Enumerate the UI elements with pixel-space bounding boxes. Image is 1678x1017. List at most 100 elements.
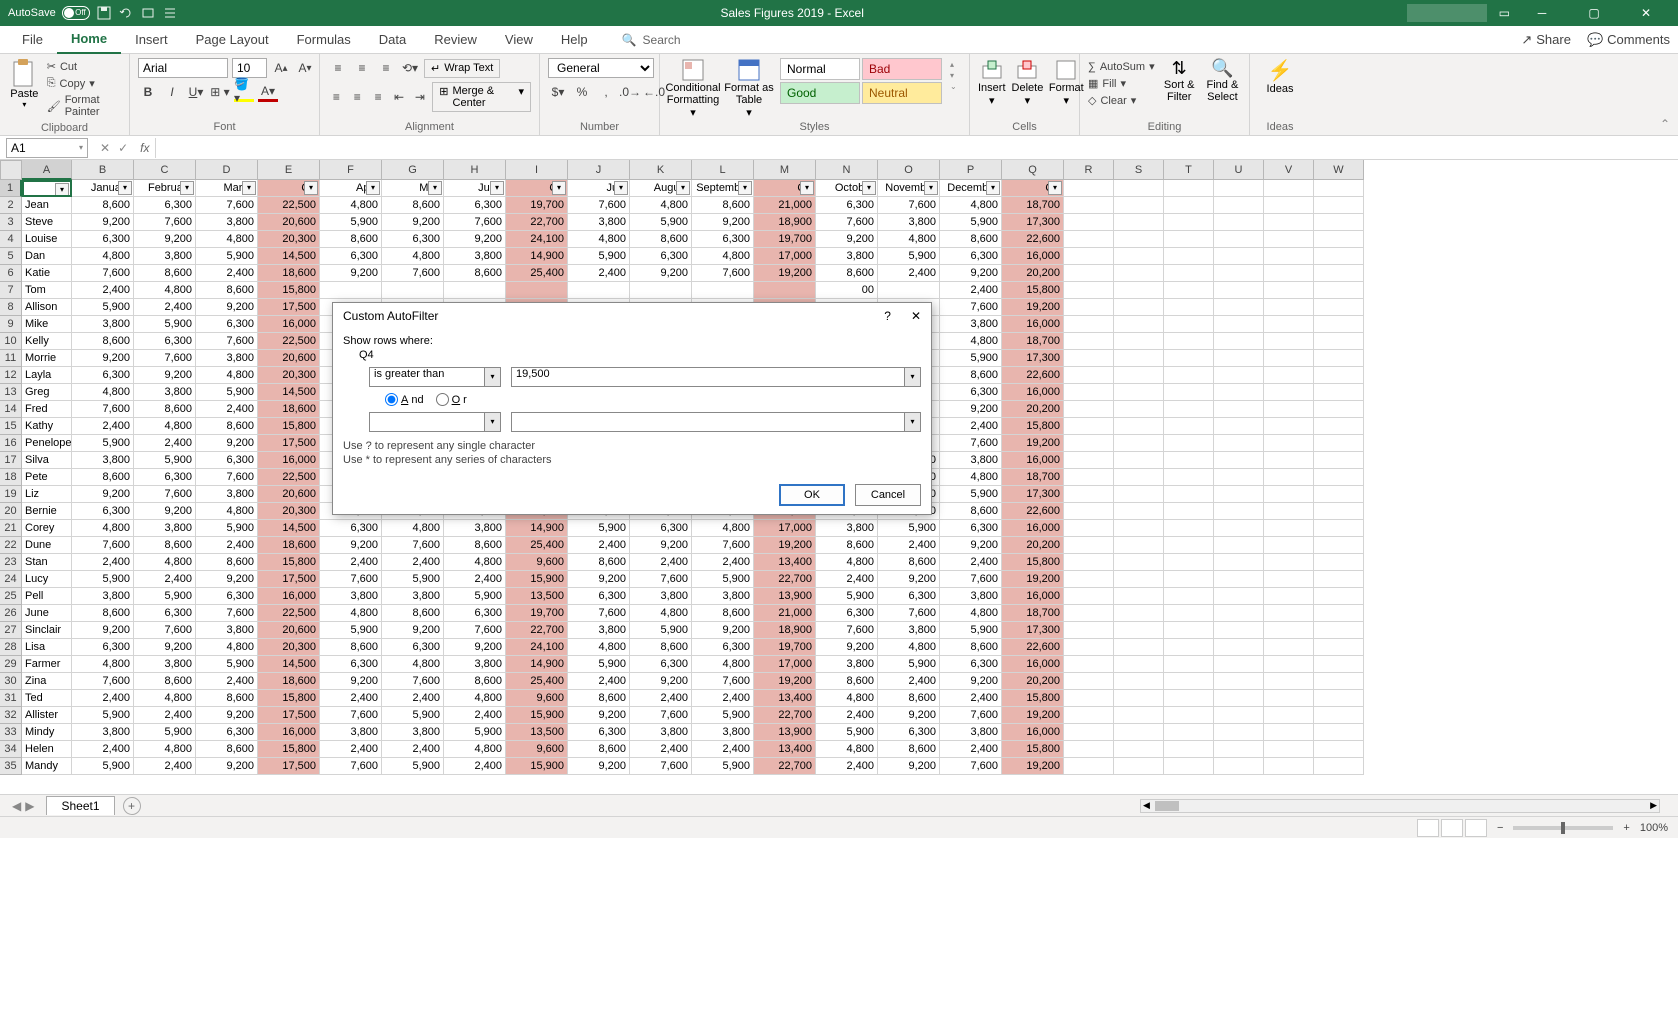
cell[interactable]: 18,600	[258, 673, 320, 690]
align-left-icon[interactable]: ≡	[328, 87, 345, 107]
cell[interactable]: 2,400	[72, 418, 134, 435]
decrease-indent-icon[interactable]: ⇤	[391, 87, 408, 107]
cell[interactable]	[1064, 231, 1114, 248]
cell[interactable]: 14,500	[258, 248, 320, 265]
cell[interactable]: 8,600	[816, 673, 878, 690]
cell[interactable]: 17,300	[1002, 214, 1064, 231]
cell[interactable]	[1214, 605, 1264, 622]
cell[interactable]	[1264, 724, 1314, 741]
cell[interactable]: Mike	[22, 316, 72, 333]
cell[interactable]: 22,700	[506, 214, 568, 231]
cell[interactable]: 2,400	[816, 758, 878, 775]
cell[interactable]: 8,600	[940, 367, 1002, 384]
cell[interactable]: 4,800	[940, 605, 1002, 622]
column-header[interactable]: K	[630, 160, 692, 180]
cell[interactable]: 19,700	[506, 197, 568, 214]
cell[interactable]: 8,600	[196, 418, 258, 435]
cell[interactable]: 24,100	[506, 231, 568, 248]
cell[interactable]	[1114, 401, 1164, 418]
row-header[interactable]: 30	[0, 673, 22, 690]
cell[interactable]	[1214, 571, 1264, 588]
cell[interactable]: 9,200	[568, 571, 630, 588]
cell[interactable]: 7,600	[940, 571, 1002, 588]
cell[interactable]: 18,900	[754, 214, 816, 231]
cell[interactable]: 8,600	[72, 333, 134, 350]
cell[interactable]	[1164, 435, 1214, 452]
cell[interactable]: 2,400	[196, 537, 258, 554]
cell[interactable]	[1214, 469, 1264, 486]
row-header[interactable]: 7	[0, 282, 22, 299]
cell[interactable]	[1164, 452, 1214, 469]
cell[interactable]: 4,800	[940, 197, 1002, 214]
column-header[interactable]: C	[134, 160, 196, 180]
cell[interactable]: 5,900	[692, 707, 754, 724]
cell[interactable]: 3,800	[196, 486, 258, 503]
cell[interactable]	[1064, 469, 1114, 486]
column-header[interactable]: B	[72, 160, 134, 180]
cell[interactable]	[1064, 265, 1114, 282]
cell[interactable]: 8,600	[196, 554, 258, 571]
cell[interactable]	[1264, 656, 1314, 673]
cell[interactable]: 6,300	[382, 639, 444, 656]
cell[interactable]: 15,800	[258, 418, 320, 435]
row-header[interactable]: 6	[0, 265, 22, 282]
cell[interactable]: 7,600	[72, 265, 134, 282]
zoom-out-button[interactable]: −	[1497, 822, 1503, 834]
cell[interactable]: 2,400	[382, 554, 444, 571]
cell[interactable]: 2,400	[72, 741, 134, 758]
style-normal[interactable]: Normal	[780, 58, 860, 80]
cell[interactable]: 2,400	[878, 537, 940, 554]
cell[interactable]	[1314, 656, 1364, 673]
wrap-text-button[interactable]: ↵Wrap Text	[424, 59, 500, 78]
row-header[interactable]: 15	[0, 418, 22, 435]
cell[interactable]	[1164, 520, 1214, 537]
cell[interactable]	[1214, 435, 1264, 452]
cell[interactable]: 9,200	[196, 571, 258, 588]
cancel-formula-icon[interactable]: ✕	[100, 141, 110, 155]
cell[interactable]: 9,200	[940, 401, 1002, 418]
cell[interactable]	[1064, 248, 1114, 265]
cell[interactable]: 9,200	[878, 707, 940, 724]
font-name-select[interactable]	[138, 58, 228, 78]
filter-dropdown-icon[interactable]: ▾	[428, 181, 442, 195]
cell[interactable]: 19,200	[754, 673, 816, 690]
cell[interactable]: 7,600	[692, 673, 754, 690]
cell[interactable]	[1314, 384, 1364, 401]
cell[interactable]: 6,300	[320, 656, 382, 673]
cell[interactable]: 6,300	[630, 248, 692, 265]
column-header[interactable]: W	[1314, 160, 1364, 180]
cell[interactable]: 7,600	[320, 571, 382, 588]
filter-dropdown-icon[interactable]: ▾	[614, 181, 628, 195]
cell[interactable]: 2,400	[320, 690, 382, 707]
cell[interactable]	[1164, 673, 1214, 690]
cell[interactable]: 2,400	[444, 758, 506, 775]
cell[interactable]: 4,800	[692, 520, 754, 537]
cell[interactable]: 3,800	[444, 248, 506, 265]
cell[interactable]: 18,700	[1002, 469, 1064, 486]
cell[interactable]	[1064, 197, 1114, 214]
cell[interactable]	[1164, 690, 1214, 707]
cell[interactable]: 8,600	[72, 197, 134, 214]
cell[interactable]	[1264, 333, 1314, 350]
cell[interactable]: 15,800	[1002, 282, 1064, 299]
cell[interactable]: 4,800	[72, 520, 134, 537]
cell[interactable]: 7,600	[196, 605, 258, 622]
cell[interactable]: 20,600	[258, 214, 320, 231]
comma-icon[interactable]: ,	[596, 82, 616, 102]
cell[interactable]: 15,800	[258, 741, 320, 758]
cell[interactable]: 9,200	[816, 231, 878, 248]
cell[interactable]: 6,300	[816, 605, 878, 622]
cell[interactable]: 6,300	[444, 197, 506, 214]
cell[interactable]: 20,600	[258, 486, 320, 503]
filter-dropdown-icon[interactable]: ▾	[552, 181, 566, 195]
cell[interactable]: 7,600	[878, 197, 940, 214]
filter-dropdown-icon[interactable]: ▾	[304, 181, 318, 195]
cell[interactable]: 6,300	[568, 724, 630, 741]
find-select-button[interactable]: 🔍Find & Select	[1204, 58, 1241, 103]
cell[interactable]: Zina	[22, 673, 72, 690]
cell[interactable]: 3,800	[816, 656, 878, 673]
cell[interactable]: 5,900	[320, 622, 382, 639]
comments-button[interactable]: 💬Comments	[1587, 32, 1670, 48]
cell[interactable]: 13,400	[754, 690, 816, 707]
cell[interactable]: Tom	[22, 282, 72, 299]
